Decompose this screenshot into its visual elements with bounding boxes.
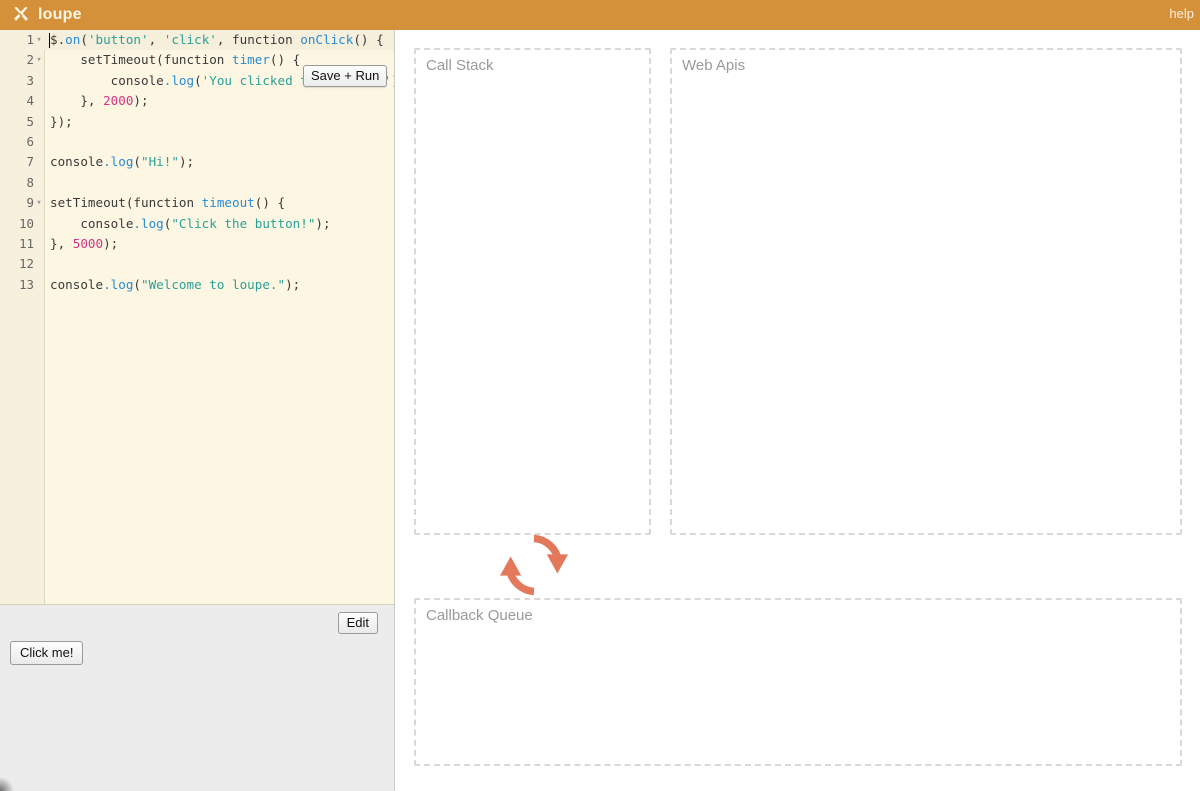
code-text: $.on('button', 'click', function onClick… xyxy=(50,32,384,47)
text-cursor xyxy=(49,33,50,48)
corner-shadow xyxy=(0,775,16,791)
code-text: }, 5000); xyxy=(50,235,119,251)
code-line[interactable]: 5}); xyxy=(0,112,394,132)
line-number: 5 xyxy=(26,113,34,129)
console-output-pane: Click me! Edit xyxy=(0,604,394,791)
call-stack-panel: Call Stack xyxy=(414,48,651,535)
code-line[interactable]: 4 }, 2000); xyxy=(0,91,394,111)
code-line[interactable]: 8 xyxy=(0,173,394,193)
loupe-app: loupe help 1 ▾ $.on('button', 'click', fun… xyxy=(0,0,1200,791)
left-column: 1 ▾ $.on('button', 'click', function onCli… xyxy=(0,30,395,791)
line-number: 8 xyxy=(26,174,34,190)
code-text: }, 2000); xyxy=(50,93,149,109)
fold-toggle-icon[interactable]: ▾ xyxy=(35,30,43,50)
right-column: Call Stack Web Apis Callback Queue xyxy=(396,30,1200,791)
line-number: 11 xyxy=(19,235,34,251)
line-number: 1 xyxy=(26,32,34,47)
code-text: console.log("Hi!"); xyxy=(50,154,195,170)
line-number: 13 xyxy=(19,276,34,292)
code-line[interactable]: 13 console.log("Welcome to loupe."); xyxy=(0,275,394,295)
code-line[interactable]: 1 ▾ $.on('button', 'click', function onCli… xyxy=(0,30,394,51)
fold-toggle-icon[interactable]: ▾ xyxy=(35,50,43,70)
code-line[interactable]: 9 ▾ setTimeout(function timeout() { xyxy=(0,193,394,213)
code-area[interactable]: 1 ▾ $.on('button', 'click', function onCli… xyxy=(0,30,394,604)
line-number: 9 xyxy=(26,195,34,211)
code-text: setTimeout(function timeout() { xyxy=(50,195,286,211)
line-number: 4 xyxy=(26,93,34,109)
line-number: 6 xyxy=(26,133,34,149)
edit-button[interactable]: Edit xyxy=(337,612,378,634)
crossed-tools-icon xyxy=(12,6,30,24)
help-link[interactable]: help xyxy=(1169,6,1194,21)
line-number: 3 xyxy=(26,72,34,88)
code-editor[interactable]: 1 ▾ $.on('button', 'click', function onCli… xyxy=(0,30,394,604)
web-apis-panel: Web Apis xyxy=(670,48,1182,535)
code-line[interactable]: 6 xyxy=(0,132,394,152)
code-line[interactable]: 10 console.log("Click the button!"); xyxy=(0,214,394,234)
code-line[interactable]: 7 console.log("Hi!"); xyxy=(0,152,394,172)
callback-queue-panel: Callback Queue xyxy=(414,598,1182,766)
code-line[interactable]: 12 xyxy=(0,254,394,274)
code-line[interactable]: 11 }, 5000); xyxy=(0,234,394,254)
circular-loop-icon xyxy=(500,531,568,599)
line-number: 10 xyxy=(19,215,34,231)
app-header: loupe help xyxy=(0,0,1200,30)
web-apis-label: Web Apis xyxy=(682,57,746,74)
line-number: 12 xyxy=(19,256,34,272)
code-text: console.log("Welcome to loupe."); xyxy=(50,276,301,292)
code-text: setTimeout(function timer() { xyxy=(50,52,301,68)
brand-title: loupe xyxy=(38,6,82,23)
code-text: console.log("Click the button!"); xyxy=(50,215,331,231)
callback-queue-label: Callback Queue xyxy=(426,607,533,624)
click-me-button[interactable]: Click me! xyxy=(10,641,84,665)
brand: loupe xyxy=(12,6,82,24)
save-and-run-button[interactable]: Save + Run xyxy=(303,65,388,87)
fold-toggle-icon[interactable]: ▾ xyxy=(35,193,43,213)
line-number: 7 xyxy=(26,154,34,170)
line-number: 2 xyxy=(26,52,34,68)
call-stack-label: Call Stack xyxy=(426,57,494,74)
code-text: }); xyxy=(50,113,73,129)
